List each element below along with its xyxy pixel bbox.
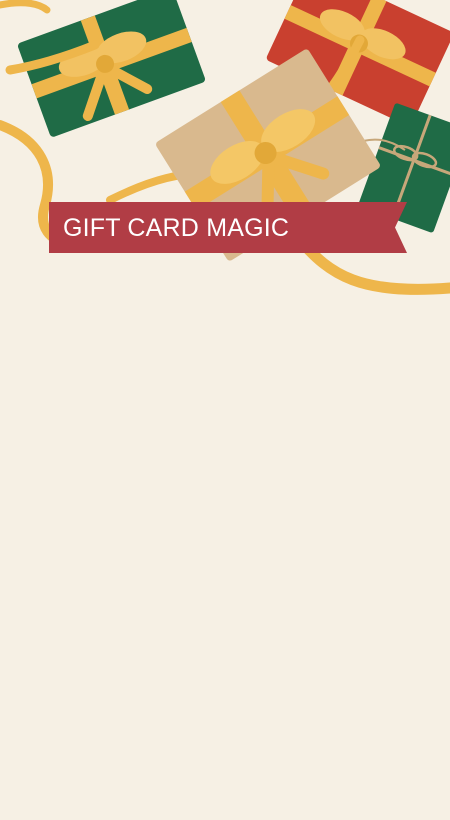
banner-title: GIFT CARD MAGIC — [63, 214, 290, 242]
gift-card-screen: GIFT CARD MAGIC — [0, 0, 450, 820]
title-banner: GIFT CARD MAGIC — [49, 202, 407, 253]
green-gift-box — [17, 0, 205, 137]
loose-ribbon-top — [0, 0, 51, 14]
gift-boxes-hero-image — [0, 0, 450, 310]
